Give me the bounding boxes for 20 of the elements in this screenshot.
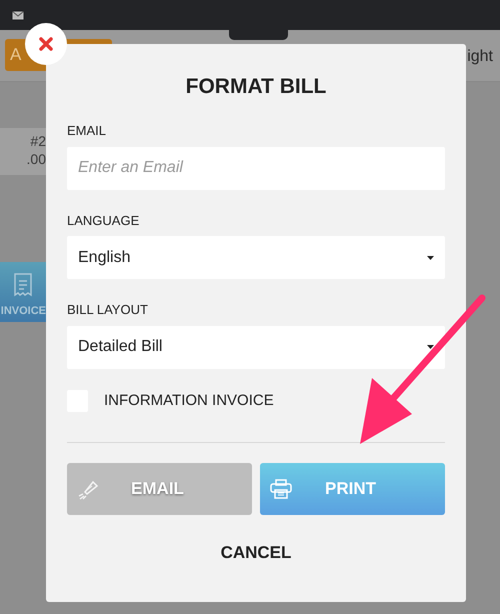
caret-icon [427, 256, 434, 260]
ticket-amount: .00 [26, 150, 46, 168]
mail-icon [12, 11, 24, 20]
field-label: EMAIL [67, 122, 108, 140]
close-icon [39, 37, 53, 51]
select-field[interactable]: Detailed Bill [67, 326, 445, 369]
select-field[interactable]: English [67, 236, 445, 280]
printer-icon [270, 479, 292, 500]
field-label: BILL LAYOUT [67, 301, 149, 320]
dialog-title: FORMAT BILL [184, 74, 328, 100]
field-label: LANGUAGE [67, 212, 140, 230]
receipt-icon [12, 272, 34, 299]
cancel-button[interactable]: CANCEL [214, 539, 298, 567]
ticket-number: #2 [29, 132, 46, 150]
envelope-icon [77, 478, 99, 500]
checkbox-label: INFORMATION INVOICE [104, 390, 274, 411]
email-field[interactable]: Enter an Email [67, 146, 445, 190]
header-text: ight [467, 47, 494, 67]
caret-icon [427, 345, 434, 350]
pull-tab[interactable] [229, 30, 288, 40]
